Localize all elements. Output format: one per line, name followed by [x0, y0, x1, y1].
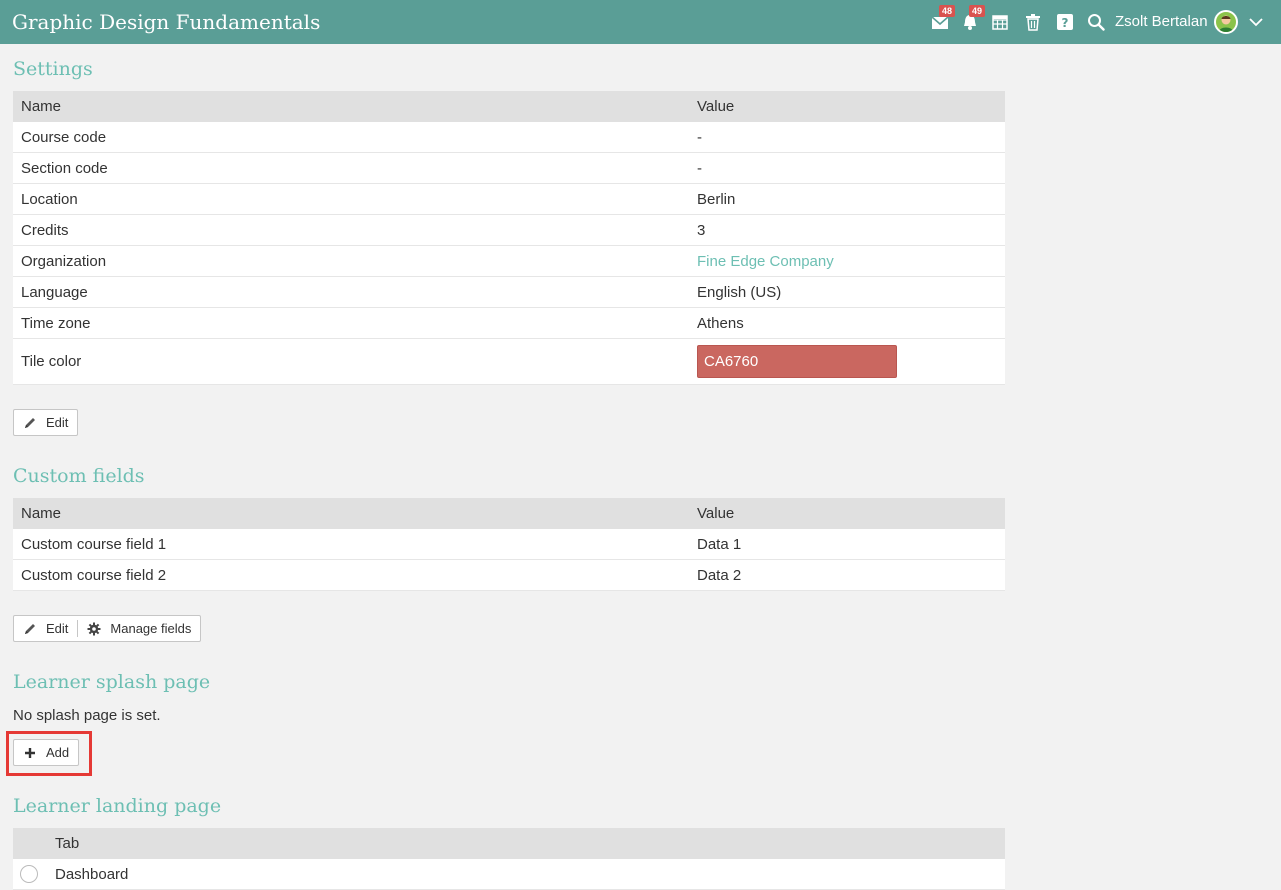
chevron-down-icon — [1249, 18, 1263, 27]
custom-fields-table: Name Value Custom course field 1 Data 1 … — [13, 498, 1005, 591]
setting-value: 3 — [697, 222, 706, 239]
notifications-button[interactable]: 49 — [959, 5, 986, 33]
add-label: Add — [46, 745, 70, 760]
column-header-value: Value — [697, 98, 735, 115]
setting-value: - — [697, 160, 702, 177]
help-icon: ? — [1057, 14, 1073, 30]
search-button[interactable] — [1085, 11, 1107, 33]
setting-name: Time zone — [21, 315, 91, 332]
app-title[interactable]: Graphic Design Fundamentals — [12, 8, 320, 36]
landing-radio[interactable] — [20, 865, 38, 883]
field-name: Custom course field 1 — [21, 536, 167, 553]
add-splash-page-button[interactable]: Add — [13, 739, 80, 766]
avatar[interactable] — [1214, 10, 1238, 34]
setting-name: Location — [21, 191, 78, 208]
landing-tab-label: Dashboard — [55, 866, 129, 883]
splash-page-title: Learner splash page — [13, 671, 211, 693]
setting-value: English (US) — [697, 284, 782, 301]
settings-edit-button[interactable]: Edit — [13, 409, 79, 436]
plus-icon — [25, 747, 35, 758]
landing-page-table: Tab Dashboard — [13, 828, 1005, 890]
manage-fields-button[interactable]: Manage fields — [78, 616, 200, 641]
table-row: Tile color CA6760 — [13, 339, 1005, 385]
table-row: Organization Fine Edge Company — [13, 246, 1005, 277]
setting-name: Language — [21, 284, 88, 301]
table-header: Tab — [13, 828, 1005, 859]
column-header-name: Name — [21, 98, 62, 115]
custom-fields-edit-button[interactable]: Edit — [14, 616, 77, 641]
pencil-icon — [25, 417, 35, 428]
messages-button[interactable]: 48 — [929, 5, 956, 33]
table-header: Name Value — [13, 91, 1005, 122]
top-bar: Graphic Design Fundamentals 48 49 ? Zsol… — [0, 0, 1281, 44]
user-menu-toggle[interactable] — [1248, 14, 1264, 30]
tile-color-swatch: CA6760 — [697, 345, 897, 378]
table-row: Location Berlin — [13, 184, 1005, 215]
column-header-value: Value — [697, 505, 735, 522]
setting-name: Tile color — [21, 353, 82, 370]
svg-text:?: ? — [1062, 16, 1069, 30]
calendar-button[interactable] — [989, 11, 1011, 33]
organization-link[interactable]: Fine Edge Company — [697, 246, 834, 277]
table-row: Custom course field 2 Data 2 — [13, 560, 1005, 591]
help-button[interactable]: ? — [1054, 11, 1076, 33]
custom-fields-title: Custom fields — [13, 465, 145, 487]
setting-name: Section code — [21, 160, 108, 177]
column-header-tab: Tab — [55, 835, 80, 852]
edit-label: Edit — [46, 415, 69, 430]
table-row: Language English (US) — [13, 277, 1005, 308]
table-row: Time zone Athens — [13, 308, 1005, 339]
custom-fields-button-group: Edit Manage fields — [13, 615, 202, 642]
search-icon — [1088, 14, 1105, 31]
settings-title: Settings — [13, 58, 93, 80]
setting-name: Credits — [21, 222, 69, 239]
messages-badge: 48 — [939, 5, 956, 17]
table-row: Credits 3 — [13, 215, 1005, 246]
table-header: Name Value — [13, 498, 1005, 529]
setting-value: - — [697, 129, 702, 146]
column-header-name: Name — [21, 505, 62, 522]
trash-icon — [1026, 13, 1040, 31]
gear-icon — [87, 622, 101, 635]
calendar-icon — [992, 15, 1008, 30]
table-row: Custom course field 1 Data 1 — [13, 529, 1005, 560]
splash-empty-text: No splash page is set. — [13, 707, 161, 724]
notifications-badge: 49 — [969, 5, 986, 17]
table-row: Section code - — [13, 153, 1005, 184]
field-name: Custom course field 2 — [21, 567, 167, 584]
settings-table: Name Value Course code - Section code - … — [13, 91, 1005, 385]
edit-label: Edit — [46, 621, 69, 636]
field-value: Data 1 — [697, 536, 742, 553]
setting-value: Berlin — [697, 191, 736, 208]
username[interactable]: Zsolt Bertalan — [1115, 13, 1208, 31]
setting-name: Course code — [21, 129, 107, 146]
table-row: Course code - — [13, 122, 1005, 153]
trash-button[interactable] — [1022, 11, 1044, 33]
manage-fields-label: Manage fields — [110, 621, 192, 636]
landing-page-title: Learner landing page — [13, 795, 222, 817]
field-value: Data 2 — [697, 567, 742, 584]
pencil-icon — [25, 623, 35, 634]
table-row: Dashboard — [13, 859, 1005, 890]
setting-value: Athens — [697, 315, 744, 332]
setting-name: Organization — [21, 253, 107, 270]
